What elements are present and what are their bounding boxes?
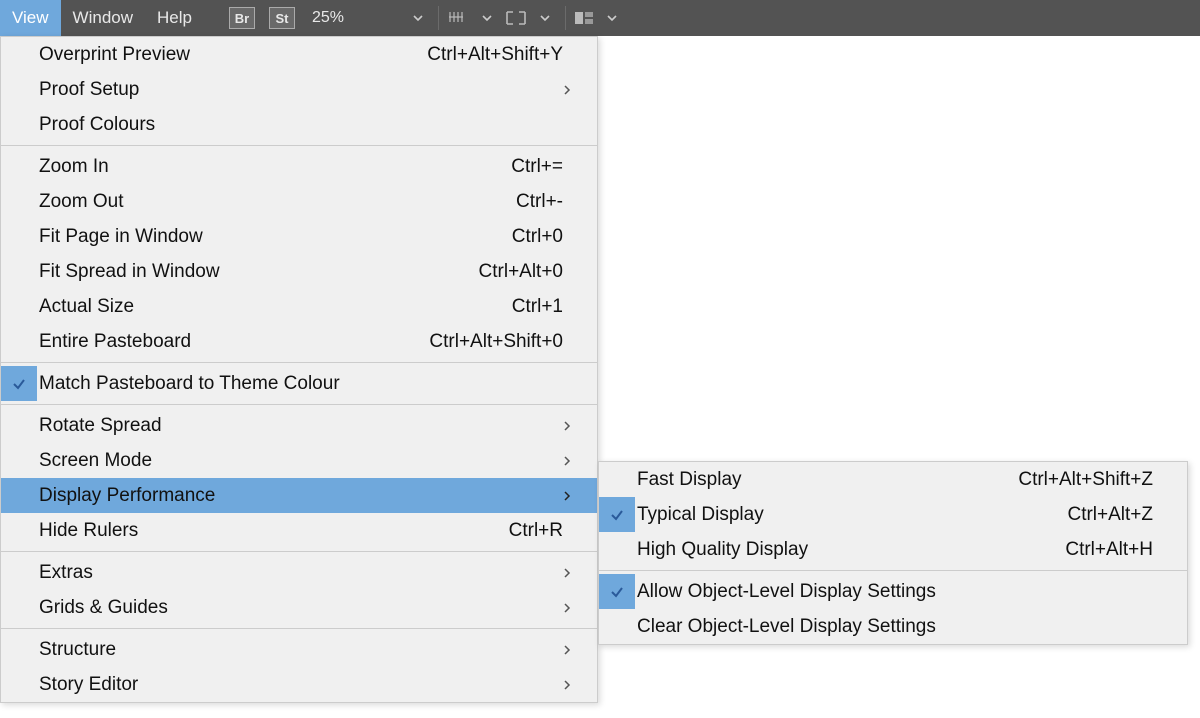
menu-separator (1, 551, 597, 552)
toolbar-separator (565, 6, 566, 30)
chevron-down-icon (606, 12, 618, 24)
arrange-icon[interactable] (572, 0, 598, 36)
check-icon (599, 497, 635, 532)
menu-separator (1, 362, 597, 363)
menu-structure[interactable]: Structure (1, 632, 597, 667)
menu-grids-guides[interactable]: Grids & Guides (1, 590, 597, 625)
menu-separator (1, 145, 597, 146)
submenu-arrow-icon (563, 602, 585, 614)
menu-separator (1, 628, 597, 629)
submenu-arrow-icon (563, 455, 585, 467)
zoom-dropdown[interactable] (404, 0, 432, 36)
toolbar-separator (438, 6, 439, 30)
screen-mode-dropdown[interactable] (531, 0, 559, 36)
arrange-dropdown[interactable] (598, 0, 626, 36)
menu-display-performance[interactable]: Display Performance (1, 478, 597, 513)
view-options-icon[interactable] (445, 0, 473, 36)
menu-hide-rulers[interactable]: Hide Rulers Ctrl+R (1, 513, 597, 548)
submenu-high-quality-display[interactable]: High Quality Display Ctrl+Alt+H (599, 532, 1187, 567)
submenu-arrow-icon (563, 644, 585, 656)
menubar: View Window Help Br St 25% (0, 0, 1200, 36)
menu-actual-size[interactable]: Actual Size Ctrl+1 (1, 289, 597, 324)
submenu-typical-display[interactable]: Typical Display Ctrl+Alt+Z (599, 497, 1187, 532)
chevron-down-icon (481, 12, 493, 24)
menu-window[interactable]: Window (61, 0, 145, 36)
menu-help[interactable]: Help (145, 0, 204, 36)
menu-story-editor[interactable]: Story Editor (1, 667, 597, 702)
menu-view[interactable]: View (0, 0, 61, 36)
view-menu-dropdown: Overprint Preview Ctrl+Alt+Shift+Y Proof… (0, 36, 598, 703)
menu-fit-spread[interactable]: Fit Spread in Window Ctrl+Alt+0 (1, 254, 597, 289)
submenu-arrow-icon (563, 679, 585, 691)
menu-proof-setup[interactable]: Proof Setup (1, 72, 597, 107)
menu-zoom-in[interactable]: Zoom In Ctrl+= (1, 149, 597, 184)
submenu-arrow-icon (563, 84, 585, 96)
menu-entire-pasteboard[interactable]: Entire Pasteboard Ctrl+Alt+Shift+0 (1, 324, 597, 359)
bridge-button[interactable]: Br (229, 7, 255, 29)
menu-separator (599, 570, 1187, 571)
submenu-fast-display[interactable]: Fast Display Ctrl+Alt+Shift+Z (599, 462, 1187, 497)
submenu-arrow-icon (563, 420, 585, 432)
view-options-dropdown[interactable] (473, 0, 501, 36)
display-performance-submenu: Fast Display Ctrl+Alt+Shift+Z Typical Di… (598, 461, 1188, 645)
menu-rotate-spread[interactable]: Rotate Spread (1, 408, 597, 443)
screen-mode-icon[interactable] (501, 0, 531, 36)
menu-extras[interactable]: Extras (1, 555, 597, 590)
menu-proof-colours[interactable]: Proof Colours (1, 107, 597, 142)
zoom-field[interactable]: 25% (298, 0, 354, 36)
menu-match-pasteboard[interactable]: Match Pasteboard to Theme Colour (1, 366, 597, 401)
check-icon (1, 366, 37, 401)
chevron-down-icon (539, 12, 551, 24)
check-icon (599, 574, 635, 609)
stock-button[interactable]: St (269, 7, 295, 29)
menu-overprint-preview[interactable]: Overprint Preview Ctrl+Alt+Shift+Y (1, 37, 597, 72)
chevron-down-icon (412, 12, 424, 24)
menu-fit-page[interactable]: Fit Page in Window Ctrl+0 (1, 219, 597, 254)
menu-screen-mode[interactable]: Screen Mode (1, 443, 597, 478)
menu-separator (1, 404, 597, 405)
submenu-allow-object-level[interactable]: Allow Object-Level Display Settings (599, 574, 1187, 609)
submenu-arrow-icon (563, 490, 585, 502)
submenu-clear-object-level[interactable]: Clear Object-Level Display Settings (599, 609, 1187, 644)
submenu-arrow-icon (563, 567, 585, 579)
menu-zoom-out[interactable]: Zoom Out Ctrl+- (1, 184, 597, 219)
